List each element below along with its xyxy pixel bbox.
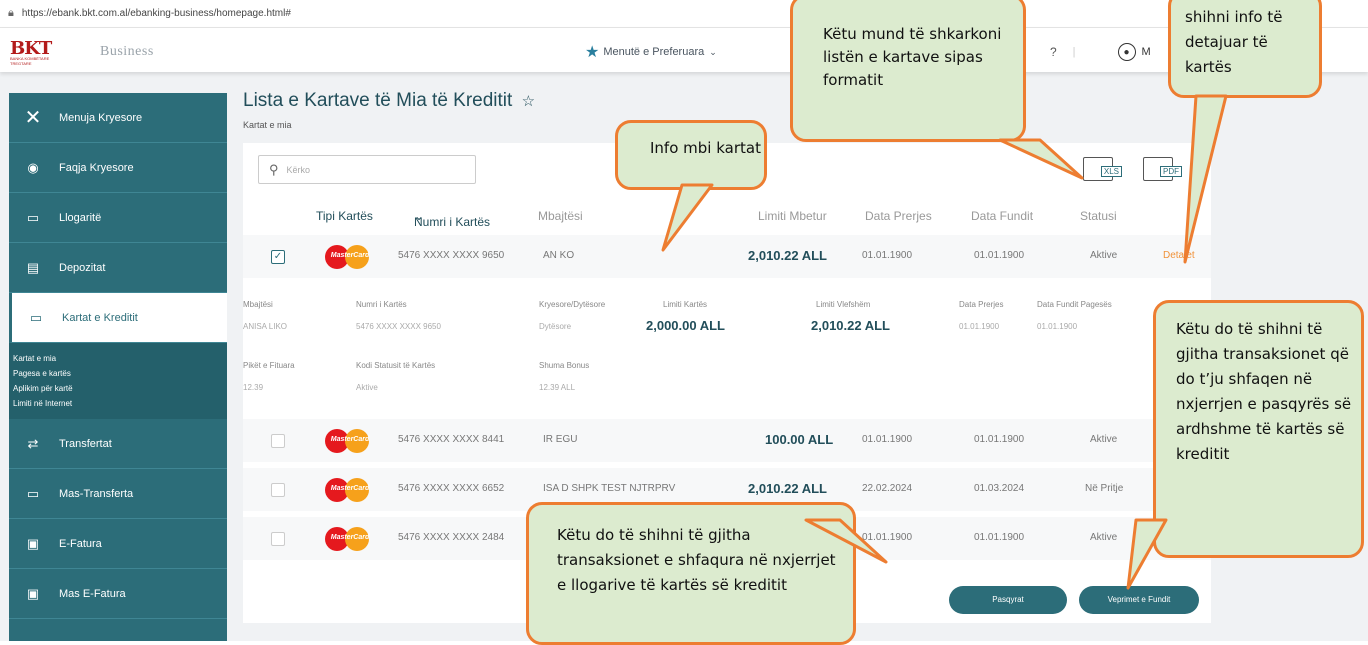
callout-pointers xyxy=(661,94,1228,590)
